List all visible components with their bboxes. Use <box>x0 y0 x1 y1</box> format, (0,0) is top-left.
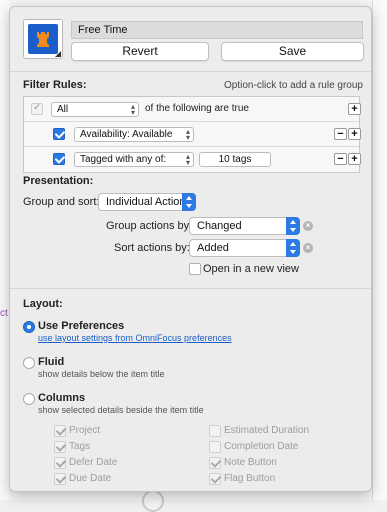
background-right-column <box>372 0 387 500</box>
column-tags-label: Tags <box>69 441 91 452</box>
rule-all-suffix: of the following are true <box>145 103 249 114</box>
group-actions-popup[interactable]: Changed <box>189 217 300 235</box>
column-flag-button-checkbox[interactable] <box>209 473 221 485</box>
background-circle-control <box>142 490 164 512</box>
layout-fluid-desc: show details below the item title <box>38 369 165 379</box>
rule-availability-checkbox[interactable] <box>53 128 65 140</box>
column-project-checkbox[interactable] <box>54 425 66 437</box>
clear-sort-actions-icon[interactable]: × <box>303 243 313 253</box>
background-left-column <box>0 0 9 500</box>
column-due-date-checkbox[interactable] <box>54 473 66 485</box>
filter-rules-hint: Option-click to add a rule group <box>224 80 363 91</box>
popup-arrows-icon: ▴ ▾ <box>130 102 135 117</box>
group-actions-label: Group actions by: <box>106 220 193 232</box>
add-rule-button[interactable]: + <box>348 153 361 165</box>
group-sort-label: Group and sort: <box>23 196 100 208</box>
column-note-button-checkbox[interactable] <box>209 457 221 469</box>
popup-stepper-icon <box>286 239 300 257</box>
filter-rules-title: Filter Rules: <box>23 79 87 91</box>
rule-all-checkbox[interactable] <box>31 102 43 115</box>
popup-arrows-icon: ▴ ▾ <box>185 152 190 167</box>
remove-rule-button[interactable]: − <box>334 128 347 140</box>
layout-fluid-radio[interactable] <box>23 357 35 369</box>
header-separator <box>10 71 371 72</box>
perspective-icon-well[interactable] <box>23 19 63 59</box>
column-due-date-label: Due Date <box>69 473 112 484</box>
rule-row-availability: Availability: Available ▴ ▾ − + <box>24 122 361 147</box>
group-sort-value: Individual Actions <box>106 196 191 208</box>
group-actions-value: Changed <box>197 220 242 232</box>
sort-actions-label: Sort actions by: <box>114 242 190 254</box>
layout-use-preferences-title: Use Preferences <box>38 320 125 332</box>
column-flag-button-label: Flag Button <box>224 473 276 484</box>
sort-actions-popup[interactable]: Added <box>189 239 300 257</box>
layout-columns-title: Columns <box>38 392 86 404</box>
rule-all-popup-label: All <box>57 104 69 115</box>
layout-columns-radio[interactable] <box>23 393 35 405</box>
sort-actions-value: Added <box>197 242 229 254</box>
group-sort-popup[interactable]: Individual Actions <box>98 193 196 211</box>
chess-rook-icon <box>28 24 58 54</box>
rule-all-popup[interactable]: All ▴ ▾ <box>51 102 139 117</box>
rule-availability-label: Availability: Available <box>80 129 173 140</box>
column-note-button-label: Note Button <box>224 457 277 468</box>
column-defer-date-label: Defer Date <box>69 457 118 468</box>
open-new-view-label: Open in a new view <box>203 263 299 275</box>
revert-button[interactable]: Revert <box>71 42 209 61</box>
rule-tags-label: Tagged with any of: <box>80 154 167 165</box>
tags-selector-button[interactable]: 10 tags <box>199 152 271 167</box>
open-new-view-checkbox[interactable] <box>189 263 201 275</box>
rule-tags-checkbox[interactable] <box>53 153 65 165</box>
column-estimated-duration-checkbox[interactable] <box>209 425 221 437</box>
popup-stepper-icon <box>286 217 300 235</box>
add-rule-button[interactable]: + <box>348 128 361 140</box>
clear-group-actions-icon[interactable]: × <box>303 221 313 231</box>
background-side-text: ct <box>0 308 8 319</box>
layout-title: Layout: <box>23 298 63 310</box>
add-rule-button[interactable]: + <box>348 103 361 115</box>
layout-preferences-link[interactable]: use layout settings from OmniFocus prefe… <box>38 333 232 343</box>
save-button[interactable]: Save <box>221 42 364 61</box>
layout-use-preferences-radio[interactable] <box>23 321 35 333</box>
icon-menu-indicator <box>55 51 61 57</box>
rule-row-all: All ▴▾ of the following are true + <box>24 97 361 122</box>
perspective-name-field[interactable]: Free Time <box>71 21 363 39</box>
presentation-separator <box>10 288 371 289</box>
popup-stepper-icon <box>182 193 196 211</box>
filter-rules-box: All ▴▾ of the following are true + Avail… <box>23 96 361 173</box>
perspective-editor-popover: Free Time Revert Save Filter Rules: Opti… <box>9 6 372 492</box>
remove-rule-button[interactable]: − <box>334 153 347 165</box>
presentation-title: Presentation: <box>23 175 94 187</box>
column-tags-checkbox[interactable] <box>54 441 66 453</box>
rule-availability-popup[interactable]: Availability: Available ▴ ▾ <box>74 127 194 142</box>
popup-arrows-icon: ▴ ▾ <box>185 127 190 142</box>
column-project-label: Project <box>69 425 101 436</box>
column-completion-date-label: Completion Date <box>224 441 299 452</box>
column-completion-date-checkbox[interactable] <box>209 441 221 453</box>
layout-fluid-title: Fluid <box>38 356 65 368</box>
rule-row-tags: Tagged with any of: ▴ ▾ 10 tags − + <box>24 147 361 172</box>
column-estimated-duration-label: Estimated Duration <box>224 425 310 436</box>
column-defer-date-checkbox[interactable] <box>54 457 66 469</box>
layout-columns-desc: show selected details beside the item ti… <box>38 405 204 415</box>
rule-tags-popup[interactable]: Tagged with any of: ▴ ▾ <box>74 152 194 167</box>
